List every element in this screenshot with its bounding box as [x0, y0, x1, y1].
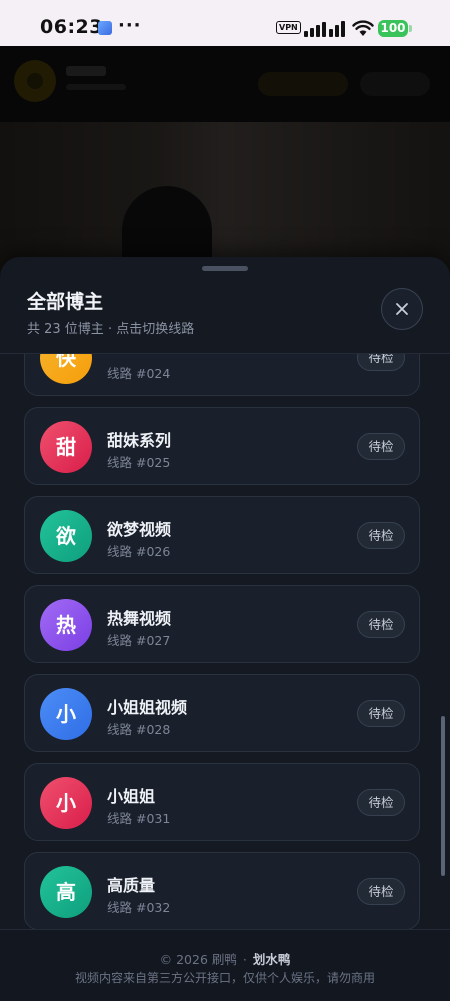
battery-icon: 100 [378, 20, 412, 37]
blogger-list[interactable]: 快 线路 #024 待检 甜 甜妹系列 线路 #025 待检 欲 欲梦视频 线路… [0, 354, 450, 929]
list-item[interactable]: 热 热舞视频 线路 #027 待检 [24, 585, 420, 663]
item-route: 线路 #024 [107, 366, 171, 381]
item-name: 小姐姐 [107, 787, 156, 806]
status-badge[interactable]: 待检 [357, 700, 405, 727]
signal-icon [304, 21, 345, 37]
status-badge[interactable]: 待检 [357, 433, 405, 460]
status-badge[interactable]: 待检 [357, 878, 405, 905]
footer-disclaimer: 视频内容来自第三方公开接口，仅供个人娱乐，请勿商用 [74, 971, 375, 985]
close-button[interactable] [381, 288, 423, 330]
item-name: 热舞视频 [107, 609, 172, 628]
item-name: 小姐姐视频 [107, 698, 188, 717]
list-item[interactable]: 甜 甜妹系列 线路 #025 待检 [24, 407, 420, 485]
avatar: 热 [40, 599, 92, 651]
item-route: 线路 #025 [107, 455, 171, 470]
item-name: 高质量 [107, 876, 156, 895]
blogger-list-sheet: 全部博主 共 23 位博主 · 点击切换线路 快 线路 #024 待检 甜 甜妹… [0, 257, 450, 1001]
item-name: 甜妹系列 [107, 431, 172, 450]
item-route: 线路 #032 [107, 900, 171, 915]
item-route: 线路 #028 [107, 722, 171, 737]
sheet-footer: © 2026 刷鸭 · 划水鸭 视频内容来自第三方公开接口，仅供个人娱乐，请勿商用 [0, 930, 450, 1001]
list-item[interactable]: 小 小姐姐视频 线路 #028 待检 [24, 674, 420, 752]
status-badge[interactable]: 待检 [357, 789, 405, 816]
status-bar: 06:23 ··· VPN 100 [0, 0, 450, 46]
app-notification-icon [98, 21, 112, 35]
footer-author: 划水鸭 [252, 952, 291, 967]
sheet-subtitle: 共 23 位博主 · 点击切换线路 [27, 322, 195, 337]
list-item[interactable]: 小 小姐姐 线路 #031 待检 [24, 763, 420, 841]
footer-separator: · [242, 952, 247, 967]
sheet-drag-handle[interactable] [202, 266, 248, 271]
list-item[interactable]: 快 线路 #024 待检 [24, 354, 420, 396]
status-badge[interactable]: 待检 [357, 611, 405, 638]
footer-copyright: © 2026 刷鸭 [159, 952, 237, 967]
close-icon [396, 303, 408, 315]
list-item[interactable]: 欲 欲梦视频 线路 #026 待检 [24, 496, 420, 574]
status-badge[interactable]: 待检 [357, 354, 405, 371]
item-route: 线路 #031 [107, 811, 171, 826]
vpn-icon: VPN [276, 21, 301, 34]
avatar: 小 [40, 777, 92, 829]
avatar: 欲 [40, 510, 92, 562]
list-scrollbar[interactable] [441, 716, 445, 876]
avatar: 甜 [40, 421, 92, 473]
item-route: 线路 #027 [107, 633, 171, 648]
avatar: 快 [40, 354, 92, 384]
item-route: 线路 #026 [107, 544, 171, 559]
more-notifications-indicator: ··· [118, 15, 142, 36]
footer-credits: © 2026 刷鸭 · 划水鸭 [0, 949, 450, 968]
avatar: 高 [40, 866, 92, 918]
avatar: 小 [40, 688, 92, 740]
status-badge[interactable]: 待检 [357, 522, 405, 549]
sheet-title: 全部博主 [27, 291, 104, 313]
item-name: 欲梦视频 [107, 520, 172, 539]
status-time: 06:23 [40, 16, 103, 38]
wifi-icon [352, 20, 374, 36]
list-item[interactable]: 高 高质量 线路 #032 待检 [24, 852, 420, 929]
